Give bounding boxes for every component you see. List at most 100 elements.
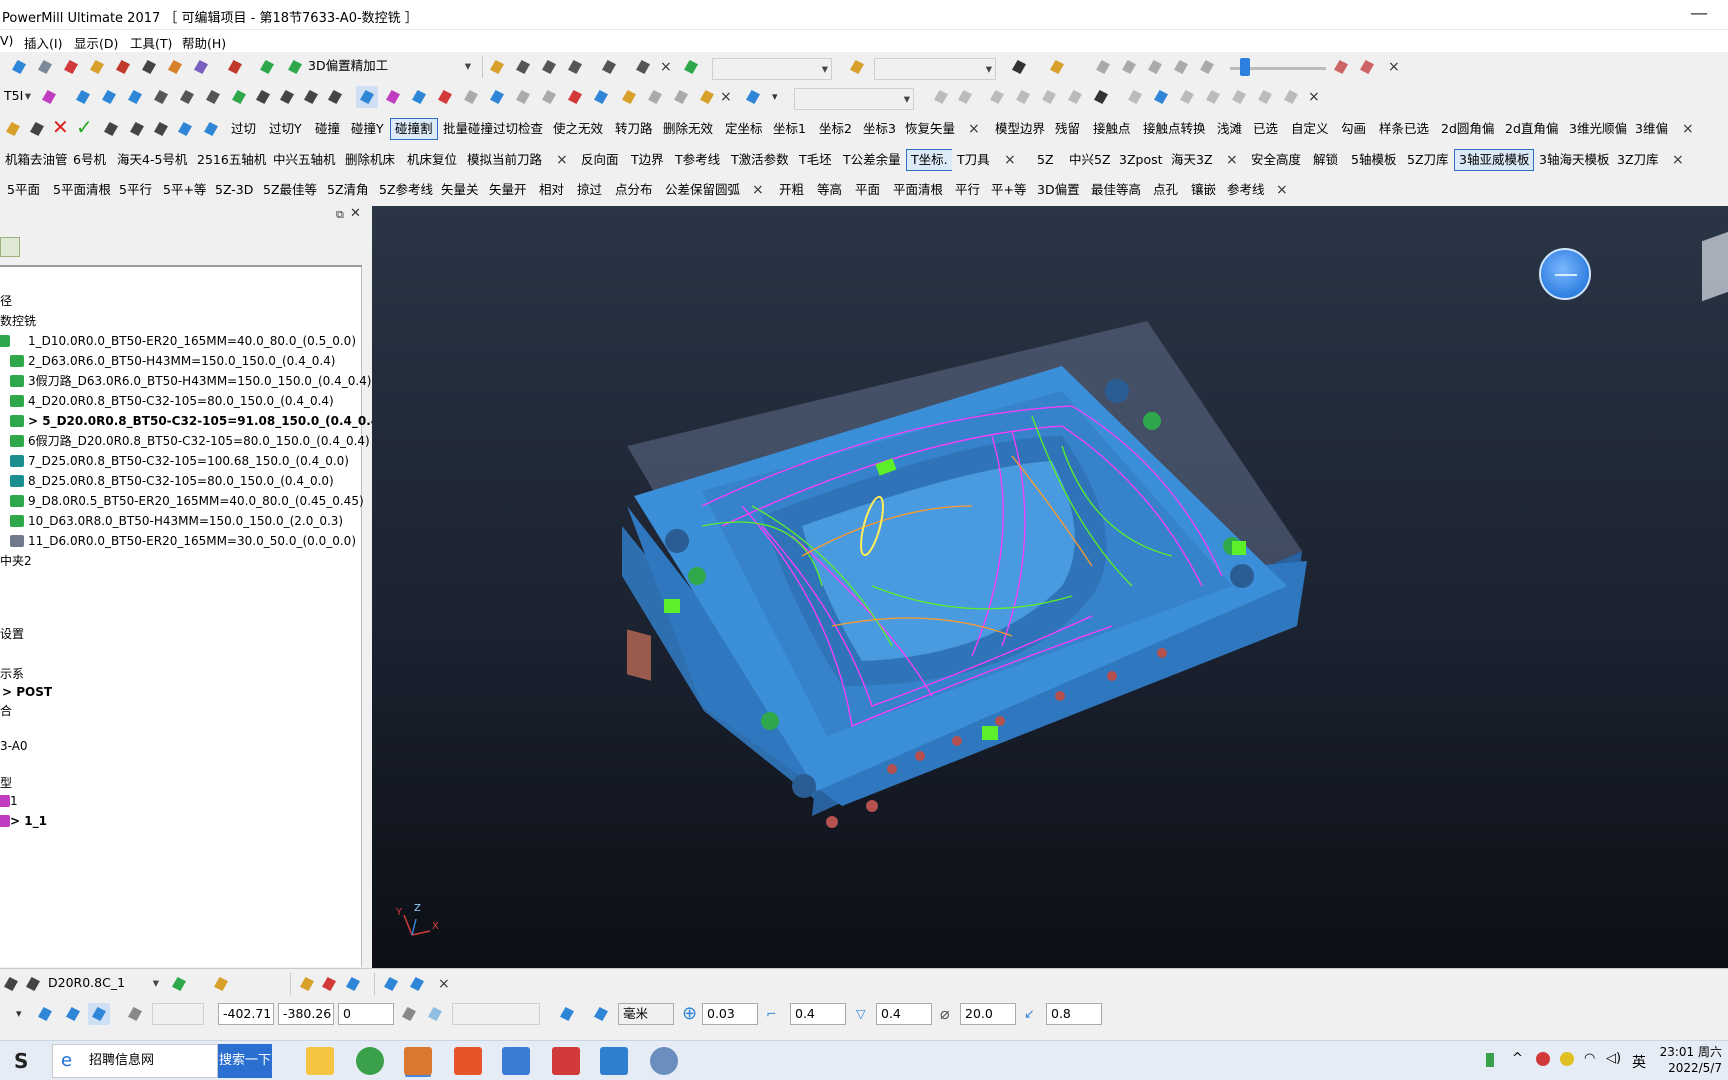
grid-field[interactable] bbox=[152, 1003, 204, 1025]
btn-haitian-45[interactable]: 海天4-5号机 bbox=[112, 149, 193, 171]
layout2-icon[interactable] bbox=[1356, 56, 1378, 78]
battery-icon[interactable] bbox=[1486, 1053, 1494, 1067]
tool-axis-icon[interactable] bbox=[460, 86, 482, 108]
btn-3z-toollib[interactable]: 3Z刀库 bbox=[1612, 149, 1664, 171]
block-icon[interactable] bbox=[34, 56, 56, 78]
close-toolbar-icon[interactable]: × bbox=[556, 149, 568, 171]
btn-relative[interactable]: 相对 bbox=[534, 179, 570, 201]
btn-5z-corner[interactable]: 5Z清角 bbox=[322, 179, 374, 201]
btn-batch-check[interactable]: 批量碰撞过切检查 bbox=[438, 118, 549, 140]
calculator2-icon[interactable] bbox=[538, 56, 560, 78]
edit1-icon[interactable] bbox=[986, 86, 1008, 108]
edit8-icon[interactable] bbox=[1202, 86, 1224, 108]
btn-vector-off[interactable]: 矢量关 bbox=[436, 179, 484, 201]
close-toolbar-icon[interactable]: × bbox=[1226, 149, 1238, 171]
tool-icon[interactable] bbox=[60, 56, 82, 78]
coord-x-field[interactable]: -402.71 bbox=[218, 1003, 274, 1025]
btn-constant-z[interactable]: 等高 bbox=[812, 179, 848, 201]
diameter-field[interactable]: 20.0 bbox=[960, 1003, 1016, 1025]
toolpath-strategy-icon[interactable] bbox=[256, 56, 278, 78]
edit5-icon[interactable] bbox=[1124, 86, 1146, 108]
btn-gouge[interactable]: 过切 bbox=[226, 118, 262, 140]
tree-item-toolpath[interactable]: 1_D10.0R0.0_BT50-ER20_165MM=40.0_80.0_(0… bbox=[28, 332, 356, 350]
chevron-down-icon[interactable]: ▾ bbox=[16, 1003, 22, 1025]
coord-mode2-icon[interactable] bbox=[424, 1003, 446, 1025]
check-icon[interactable]: ✓ bbox=[76, 116, 93, 138]
btn-3d-offset-finish[interactable]: 3D偏置 bbox=[1032, 179, 1085, 201]
close-toolbar-icon[interactable]: × bbox=[1308, 86, 1320, 108]
tree-item-toolpath[interactable]: 11_D6.0R0.0_BT50-ER20_165MM=30.0_50.0_(0… bbox=[28, 532, 356, 550]
browser-icon[interactable] bbox=[356, 1047, 384, 1075]
tolerance-field[interactable]: 0.03 bbox=[702, 1003, 758, 1025]
btn-invalidate[interactable]: 使之无效 bbox=[548, 118, 609, 140]
delete-icon[interactable] bbox=[1280, 86, 1302, 108]
tree-node-levels[interactable]: 合 bbox=[0, 702, 12, 720]
feedrate-icon[interactable] bbox=[486, 86, 508, 108]
menu-insert[interactable]: 插入(I) bbox=[24, 33, 62, 52]
btn-contact-convert[interactable]: 接触点转换 bbox=[1138, 118, 1211, 140]
tree-item-toolpath-active[interactable]: > 5_D20.0R0.8_BT50-C32-105=91.08_150.0_(… bbox=[28, 412, 385, 430]
tree-item-toolpath[interactable]: 6假刀路_D20.0R0.8_BT50-C32-105=80.0_150.0_(… bbox=[28, 432, 370, 450]
btn-flat[interactable]: 平面 bbox=[850, 179, 886, 201]
model-icon[interactable] bbox=[38, 86, 60, 108]
workplane3-icon[interactable] bbox=[88, 1003, 110, 1025]
btn-5z-3d[interactable]: 5Z-3D bbox=[210, 179, 259, 201]
min-radius-icon[interactable] bbox=[176, 86, 198, 108]
btn-haitian-3z[interactable]: 海天3Z bbox=[1166, 149, 1218, 171]
powermill-icon[interactable] bbox=[502, 1047, 530, 1075]
probe-icon[interactable] bbox=[644, 86, 666, 108]
tree-item-toolpath[interactable]: 9_D8.0R0.5_BT50-ER20_165MM=40.0_80.0_(0.… bbox=[28, 492, 364, 510]
edit2-icon[interactable] bbox=[1012, 86, 1034, 108]
edit3-icon[interactable] bbox=[1038, 86, 1060, 108]
btn-convert-toolpath[interactable]: 转刀路 bbox=[610, 118, 658, 140]
btn-collision-y[interactable]: 碰撞Y bbox=[346, 118, 389, 140]
btn-optimized-constz[interactable]: 最佳等高 bbox=[1086, 179, 1147, 201]
btn-spot-drill[interactable]: 点孔 bbox=[1148, 179, 1184, 201]
open-project-icon[interactable] bbox=[8, 56, 30, 78]
layout-icon[interactable] bbox=[1330, 56, 1352, 78]
btn-selected[interactable]: 已选 bbox=[1248, 118, 1284, 140]
tree-item-toolpath[interactable]: 7_D25.0R0.8_BT50-C32-105=100.68_150.0_(0… bbox=[28, 452, 349, 470]
btn-coord1[interactable]: 坐标1 bbox=[768, 118, 811, 140]
btn-5z-pattern[interactable]: 5Z参考线 bbox=[374, 179, 439, 201]
close-icon[interactable]: ✕ bbox=[350, 206, 361, 221]
links-view-icon[interactable] bbox=[408, 86, 430, 108]
edit4-icon[interactable] bbox=[1064, 86, 1086, 108]
measure-icon[interactable] bbox=[742, 86, 764, 108]
end-point-icon[interactable] bbox=[190, 56, 212, 78]
coord-y-field[interactable]: -380.26 bbox=[278, 1003, 334, 1025]
strategy-dropdown[interactable]: 3D偏置精加工 bbox=[304, 56, 474, 78]
tree-item-toolpath[interactable]: 3假刀路_D63.0R6.0_BT50-H43MM=150.0_150.0_(0… bbox=[28, 372, 371, 390]
import-icon[interactable] bbox=[930, 86, 952, 108]
btn-5z-optimized[interactable]: 5Z最佳等 bbox=[258, 179, 323, 201]
draft-icon[interactable] bbox=[150, 86, 172, 108]
macro5-icon[interactable] bbox=[200, 118, 222, 140]
btn-t-pattern[interactable]: T参考线 bbox=[670, 149, 726, 171]
btn-2d-corner-offset[interactable]: 2d直角偏 bbox=[1500, 118, 1564, 140]
close-toolbar-icon[interactable]: × bbox=[438, 973, 450, 995]
tree-item-model-active[interactable]: > 1_1 bbox=[10, 812, 47, 830]
close-toolbar-icon[interactable]: × bbox=[720, 86, 732, 108]
tree-item-model[interactable]: 1 bbox=[10, 792, 18, 810]
scissors-icon[interactable] bbox=[324, 86, 346, 108]
feeds-icon[interactable] bbox=[86, 56, 108, 78]
macro2-icon[interactable] bbox=[126, 118, 148, 140]
graphics-viewport[interactable]: Y Z X bbox=[372, 206, 1728, 968]
block-view-icon[interactable] bbox=[564, 86, 586, 108]
close-toolbar-icon[interactable]: × bbox=[1388, 56, 1400, 78]
go-start-icon[interactable] bbox=[1092, 56, 1114, 78]
btn-t-coord[interactable]: T坐标. bbox=[906, 149, 953, 171]
undercut-icon[interactable] bbox=[124, 86, 146, 108]
redo-icon[interactable] bbox=[1254, 86, 1276, 108]
btn-shallow[interactable]: 浅滩 bbox=[1212, 118, 1248, 140]
btn-rest[interactable]: 残留 bbox=[1050, 118, 1086, 140]
btn-3d-smooth-offset[interactable]: 3维光顺偏 bbox=[1564, 118, 1632, 140]
paste-icon[interactable] bbox=[2, 118, 24, 140]
macro3-icon[interactable] bbox=[150, 118, 172, 140]
tool-type-icon[interactable] bbox=[0, 973, 22, 995]
volume-icon[interactable]: ◁) bbox=[1606, 1051, 1621, 1066]
btn-5-plane-rest[interactable]: 5平面清根 bbox=[48, 179, 116, 201]
btn-keep-arcs[interactable]: 公差保留圆弧 bbox=[660, 179, 746, 201]
search-icon[interactable] bbox=[618, 86, 640, 108]
btn-vector-on[interactable]: 矢量开 bbox=[484, 179, 532, 201]
